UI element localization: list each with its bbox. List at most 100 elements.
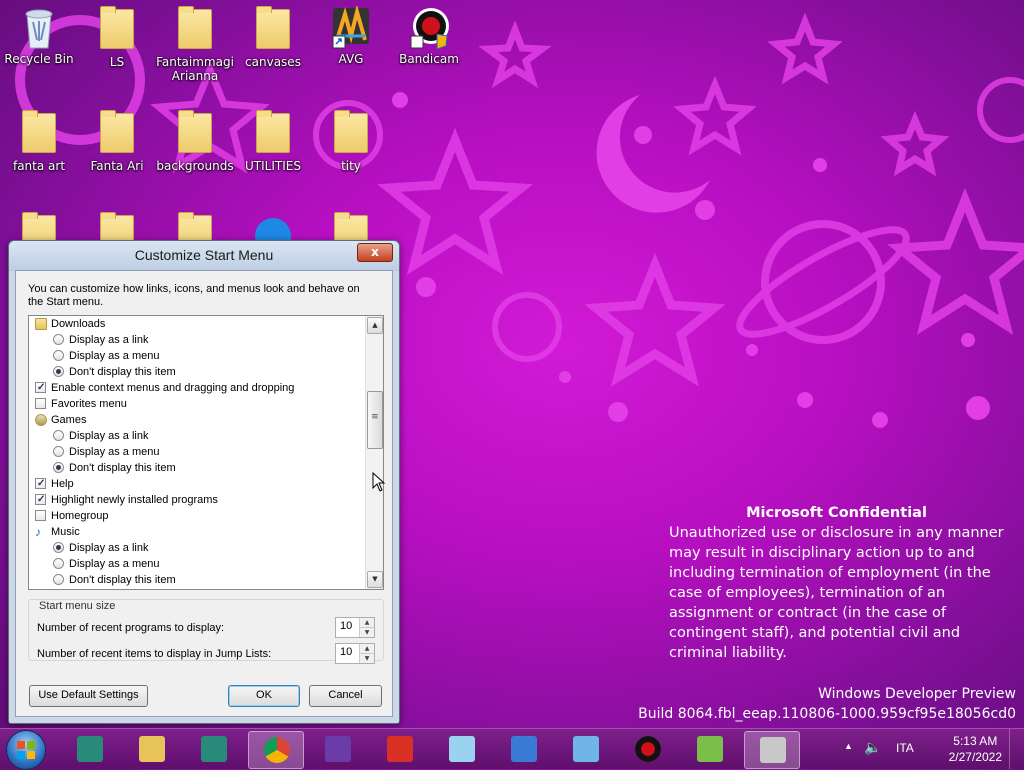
radio-button[interactable]: [53, 542, 64, 553]
taskbar-button[interactable]: [310, 731, 364, 767]
folder-icon: [97, 6, 137, 53]
stepper-down-icon[interactable]: ▼: [360, 628, 374, 637]
dialog-body: You can customize how links, icons, and …: [15, 270, 393, 717]
taskbar-button[interactable]: [496, 731, 550, 767]
checkbox[interactable]: [35, 510, 46, 521]
radio-option[interactable]: Display as a link: [29, 428, 383, 444]
taskbar-button[interactable]: [434, 731, 488, 767]
jump-list-items-stepper[interactable]: 10 ▲ ▼: [335, 643, 375, 664]
desktop-icon-bandicam[interactable]: Bandicam: [390, 6, 468, 66]
ok-button[interactable]: OK: [228, 685, 300, 707]
chrome-icon: [264, 737, 290, 763]
desktop-icon-avg[interactable]: AVG: [312, 4, 390, 66]
radio-button[interactable]: [53, 366, 64, 377]
option-label: Games: [51, 414, 87, 426]
radio-option[interactable]: Display as a link: [29, 540, 383, 556]
list-section-header: Downloads: [29, 316, 383, 332]
radio-option[interactable]: Display as a menu: [29, 348, 383, 364]
radio-option[interactable]: Display as a link: [29, 332, 383, 348]
radio-option[interactable]: Don't display this item: [29, 364, 383, 380]
scroll-up-button[interactable]: ▲: [367, 317, 383, 334]
taskbar-button[interactable]: [248, 731, 304, 769]
desktop-icon-tity[interactable]: tity: [312, 110, 390, 173]
build-line-number: Build 8064.fbl_eeap.110806-1000.959cf95e…: [638, 706, 1016, 722]
desktop-icon-canvases[interactable]: canvases: [234, 6, 312, 69]
checkbox-option[interactable]: Homegroup: [29, 508, 383, 524]
list-scrollbar[interactable]: ▲ ▼: [365, 316, 383, 589]
radio-option[interactable]: Display as a menu: [29, 444, 383, 460]
radio-button[interactable]: [53, 462, 64, 473]
checkbox[interactable]: [35, 476, 46, 492]
wr-icon: [325, 736, 351, 762]
desktop-icon-fanta-ari[interactable]: Fanta Ari: [78, 110, 156, 173]
use-default-settings-button[interactable]: Use Default Settings: [29, 685, 148, 707]
translator-icon: [511, 736, 537, 762]
checkbox-option[interactable]: Enable context menus and dragging and dr…: [29, 380, 383, 396]
folder-icon: [19, 110, 59, 157]
radio-button[interactable]: [53, 430, 64, 441]
scroll-thumb[interactable]: [367, 391, 383, 449]
jump-list-items-value[interactable]: 10: [340, 646, 352, 658]
jump-list-items-label: Number of recent items to display in Jum…: [37, 648, 272, 660]
desktop-icon-label: canvases: [245, 55, 301, 69]
language-indicator[interactable]: ITA: [896, 741, 914, 755]
clock[interactable]: 5:13 AM 2/27/2022: [949, 733, 1002, 765]
desktop-icon-fanta-art[interactable]: fanta art: [0, 110, 78, 173]
stepper-up-icon[interactable]: ▲: [360, 644, 374, 654]
start-menu-options-list[interactable]: Downloads Display as a link Display as a m…: [28, 315, 384, 590]
radio-button[interactable]: [53, 334, 64, 345]
checkbox[interactable]: [35, 380, 46, 396]
show-hidden-icons-icon[interactable]: ▲: [844, 741, 853, 751]
radio-option[interactable]: Don't display this item: [29, 572, 383, 588]
start-button[interactable]: [6, 730, 46, 770]
cancel-button[interactable]: Cancel: [309, 685, 382, 707]
checkbox-option[interactable]: Help: [29, 476, 383, 492]
taskbar: ▲ 🔈 ITA 5:13 AM 2/27/2022: [0, 728, 1024, 770]
checkbox[interactable]: [35, 492, 46, 508]
radio-button[interactable]: [53, 558, 64, 569]
taskbar-button[interactable]: [620, 731, 674, 767]
confidential-title: Microsoft Confidential: [746, 505, 927, 521]
option-label: Don't display this item: [69, 574, 176, 586]
desktop-icon-backgrounds[interactable]: backgrounds: [156, 110, 234, 173]
option-label: Display as a menu: [69, 446, 160, 458]
taskbar-button[interactable]: [372, 731, 426, 767]
stepper-up-icon[interactable]: ▲: [360, 618, 374, 628]
radio-button[interactable]: [53, 574, 64, 585]
option-label: Enable context menus and dragging and dr…: [51, 382, 295, 394]
taskbar-button[interactable]: [62, 731, 116, 767]
checkbox[interactable]: [35, 398, 46, 409]
dialog-titlebar[interactable]: Customize Start Menu x: [9, 241, 399, 271]
desktop-icon-label: Fantaimmagi Arianna: [156, 55, 234, 83]
gmail-icon: [387, 736, 413, 762]
radio-option[interactable]: Display as a menu: [29, 556, 383, 572]
desktop-icon-ls[interactable]: LS: [78, 6, 156, 69]
recent-programs-stepper[interactable]: 10 ▲ ▼: [335, 617, 375, 638]
radio-option[interactable]: Don't display this item: [29, 460, 383, 476]
stepper-down-icon[interactable]: ▼: [360, 654, 374, 663]
desktop-icon-label: fanta art: [12, 159, 66, 173]
taskbar-button[interactable]: [558, 731, 612, 767]
checkbox-option[interactable]: Highlight newly installed programs: [29, 492, 383, 508]
folder-icon: [175, 6, 215, 53]
taskbar-button[interactable]: [744, 731, 800, 769]
dialog-description: You can customize how links, icons, and …: [28, 283, 360, 308]
customize-start-menu-dialog: Customize Start Menu x You can customize…: [8, 240, 400, 724]
taskbar-button[interactable]: [124, 731, 178, 767]
desktop-icon-fantaimmagi-arianna[interactable]: Fantaimmagi Arianna: [156, 6, 234, 83]
radio-button[interactable]: [53, 350, 64, 361]
scroll-down-button[interactable]: ▼: [367, 571, 383, 588]
taskbar-button[interactable]: [186, 731, 240, 767]
option-label: Display as a link: [69, 430, 149, 442]
folder-icon: [331, 110, 371, 157]
desktop-icon-utilities[interactable]: UTILITIES: [234, 110, 312, 173]
close-button[interactable]: x: [357, 243, 393, 262]
desktop-icon-recycle-bin[interactable]: Recycle Bin: [0, 6, 78, 66]
volume-icon[interactable]: 🔈: [864, 739, 881, 756]
radio-button[interactable]: [53, 446, 64, 457]
recent-programs-value[interactable]: 10: [340, 620, 352, 632]
taskbar-button[interactable]: [682, 731, 736, 767]
show-desktop-button[interactable]: [1009, 729, 1024, 769]
checkbox-option[interactable]: Favorites menu: [29, 396, 383, 412]
avg-icon: [331, 4, 371, 50]
